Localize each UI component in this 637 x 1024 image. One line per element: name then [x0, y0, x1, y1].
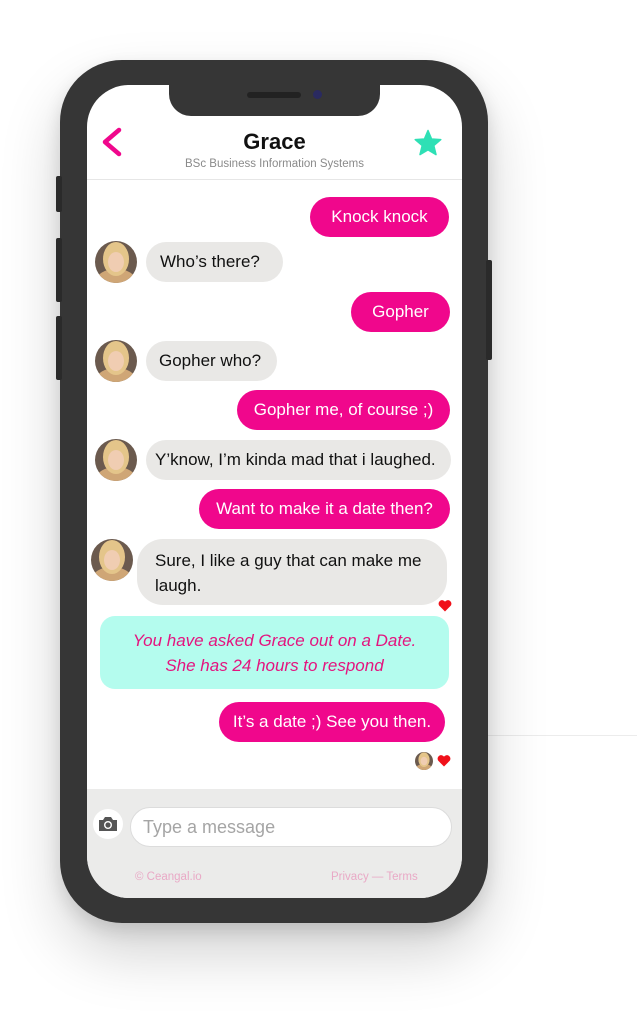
seen-avatar — [415, 752, 433, 770]
favorite-star-icon[interactable] — [413, 129, 443, 157]
power-button — [486, 260, 492, 360]
message-bubble-incoming: Y’know, I’m kinda mad that i laughed. — [146, 440, 451, 480]
message-bubble-incoming: Gopher who? — [146, 341, 277, 381]
volume-down-button — [56, 316, 62, 380]
avatar — [91, 539, 133, 581]
date-request-notice: You have asked Grace out on a Date. She … — [100, 616, 449, 689]
front-camera — [313, 90, 322, 99]
message-line: Sure, I like a guy that can make me — [155, 551, 422, 570]
phone-notch — [169, 85, 380, 116]
message-bubble-outgoing: Want to make it a date then? — [199, 489, 450, 529]
avatar — [95, 241, 137, 283]
message-line: laugh. — [155, 576, 202, 595]
phone-screen: Grace BSc Business Information Systems K… — [87, 85, 462, 898]
privacy-link[interactable]: Privacy — [331, 871, 369, 883]
copyright-text: © Ceangal.io — [135, 871, 202, 883]
message-input[interactable] — [130, 807, 452, 847]
terms-link[interactable]: Terms — [386, 871, 417, 883]
heart-icon — [438, 600, 452, 612]
camera-button[interactable] — [93, 809, 123, 839]
avatar — [95, 439, 137, 481]
notice-line: You have asked Grace out on a Date. — [132, 631, 417, 650]
mute-switch — [56, 176, 62, 212]
message-bubble-outgoing: Gopher me, of course ;) — [237, 390, 450, 430]
contact-name: Grace — [243, 129, 306, 154]
message-bubble-incoming-multiline: Sure, I like a guy that can make me laug… — [137, 539, 447, 605]
contact-subtitle: BSc Business Information Systems — [185, 158, 364, 170]
composer-area: © Ceangal.io Privacy — Terms — [87, 789, 462, 898]
message-bubble-incoming: Who’s there? — [146, 242, 283, 282]
speaker-grille — [247, 92, 301, 98]
notice-line: She has 24 hours to respond — [165, 656, 384, 675]
message-bubble-outgoing: It’s a date ;) See you then. — [219, 702, 445, 742]
background-divider — [480, 735, 637, 736]
heart-icon — [437, 755, 451, 767]
message-bubble-outgoing: Gopher — [351, 292, 450, 332]
footer-links: Privacy — Terms — [331, 871, 418, 883]
volume-up-button — [56, 238, 62, 302]
camera-icon — [99, 817, 117, 831]
footer-separator: — — [368, 871, 387, 883]
message-bubble-outgoing: Knock knock — [310, 197, 449, 237]
avatar — [95, 340, 137, 382]
